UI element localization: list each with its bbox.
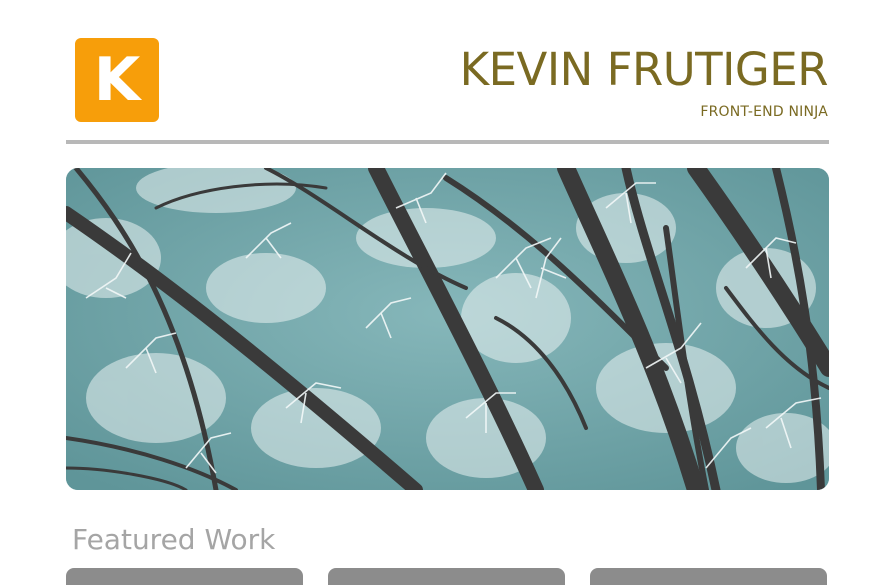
page: K KEVIN FRUTIGER FRONT-END NINJA Feature…: [0, 0, 894, 585]
site-title: KEVIN FRUTIGER: [459, 43, 829, 96]
featured-card-2[interactable]: [328, 568, 565, 585]
hero-image: [66, 168, 829, 490]
header-divider: [66, 140, 829, 144]
tagline: FRONT-END NINJA: [700, 104, 828, 120]
featured-work-heading: Featured Work: [72, 523, 276, 556]
featured-card-3[interactable]: [590, 568, 827, 585]
logo[interactable]: K: [75, 38, 159, 122]
hero-illustration: [66, 168, 829, 490]
featured-card-1[interactable]: [66, 568, 303, 585]
